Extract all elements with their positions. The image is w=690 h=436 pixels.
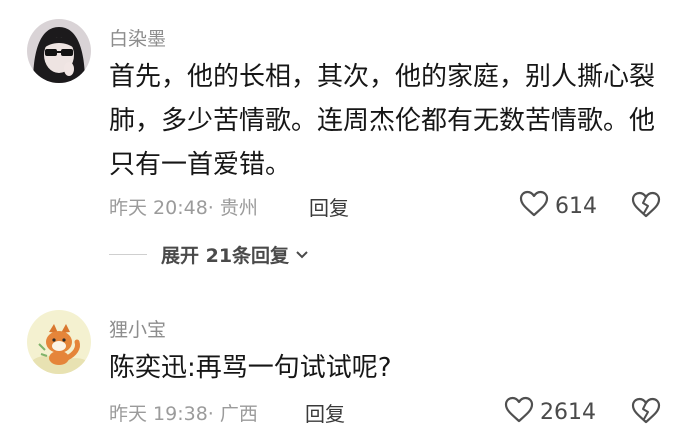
broken-heart-icon	[631, 191, 661, 223]
chevron-down-icon	[295, 245, 309, 264]
comment-time: 昨天 20:48	[109, 197, 208, 219]
comment-text: 首先，他的长相，其次，他的家庭，别人撕心裂肺，多少苦情歌。连周杰伦都有无数苦情歌…	[109, 62, 656, 180]
like-button[interactable]: 2614	[504, 396, 596, 428]
reply-button[interactable]: 回复	[305, 398, 345, 427]
like-count: 614	[555, 193, 597, 219]
username[interactable]: 狸小宝	[109, 315, 166, 342]
heart-outline-icon	[504, 396, 534, 428]
like-button[interactable]: 614	[519, 190, 597, 222]
comment-item: 狸小宝 陈奕迅:再骂一句试试呢? 昨天 19:38· 广西 回复 2614	[0, 300, 690, 436]
comment-item: 白染墨 首先，他的长相，其次，他的家庭，别人撕心裂肺，多少苦情歌。连周杰伦都有无…	[0, 0, 690, 280]
heart-outline-icon	[519, 190, 549, 222]
dislike-button[interactable]	[631, 191, 661, 223]
divider	[109, 254, 147, 255]
comment-meta: 昨天 20:48· 贵州	[109, 193, 258, 220]
avatar[interactable]	[27, 310, 91, 374]
expand-replies-label: 展开 21条回复	[161, 245, 290, 267]
comment-text: 陈奕迅:再骂一句试试呢?	[109, 353, 392, 383]
comment-location: · 贵州	[207, 197, 258, 219]
broken-heart-icon	[631, 397, 661, 429]
username[interactable]: 白染墨	[109, 24, 166, 51]
dislike-button[interactable]	[631, 397, 661, 429]
comment-time: 昨天 19:38	[109, 403, 208, 425]
like-count: 2614	[540, 399, 596, 425]
comment-meta: 昨天 19:38· 广西	[109, 399, 258, 426]
comment-location: · 广西	[207, 403, 258, 425]
expand-replies-button[interactable]: 展开 21条回复	[109, 241, 309, 268]
reply-button[interactable]: 回复	[309, 192, 349, 221]
avatar[interactable]	[27, 19, 91, 83]
